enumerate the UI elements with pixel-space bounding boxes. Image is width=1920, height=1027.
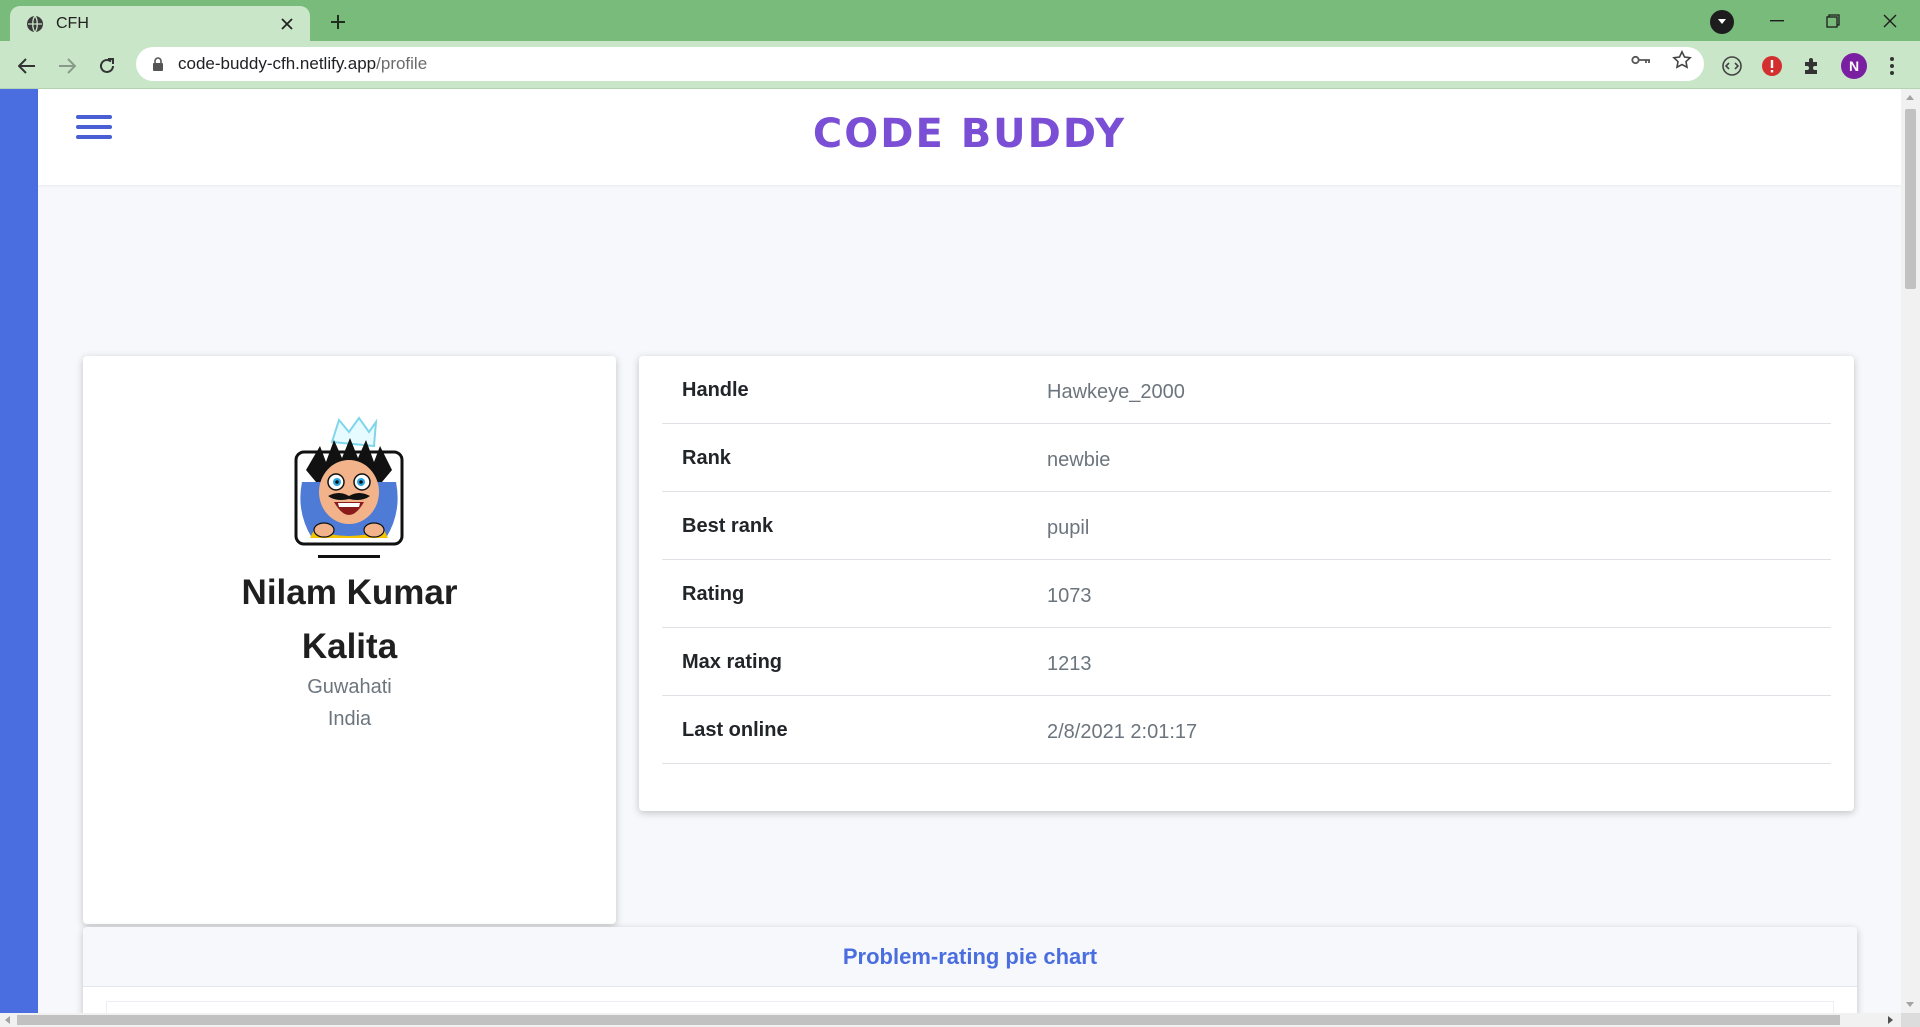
extension-code-icon[interactable]: [1720, 54, 1744, 78]
user-first-name: Nilam Kumar: [241, 573, 458, 612]
pie-section-title: Problem-rating pie chart: [842, 943, 1098, 969]
site-header: CODE BUDDY: [38, 89, 1901, 185]
user-last-name: Kalita: [301, 627, 398, 666]
profile-avatar[interactable]: N: [1841, 53, 1867, 79]
restore-icon[interactable]: [1813, 6, 1853, 36]
scroll-up-arrow-icon[interactable]: [1906, 95, 1914, 100]
url-field[interactable]: code-buddy-cfh.netlify.app/profile: [136, 47, 1704, 81]
info-label: Max rating: [682, 651, 783, 673]
close-window-icon[interactable]: [1870, 6, 1910, 36]
profile-card: Nilam Kumar Kalita Guwahati India: [83, 356, 616, 924]
side-stripe: [0, 89, 38, 1013]
info-label: Rating: [682, 583, 745, 605]
close-tab-icon[interactable]: [276, 13, 298, 35]
url-text: code-buddy-cfh.netlify.app/profile: [178, 54, 428, 73]
tab-search-icon[interactable]: [1710, 10, 1734, 34]
info-row-max-rating: Max rating 1213: [662, 628, 1831, 696]
scrollbar-corner: [1901, 1013, 1920, 1027]
user-country: India: [327, 708, 372, 730]
user-city: Guwahati: [307, 676, 392, 698]
info-value: Hawkeye_2000: [1047, 381, 1185, 403]
info-value: 1213: [1047, 653, 1092, 675]
page-viewport: CODE BUDDY Nilam Kumar Kalita Guwahati I…: [0, 89, 1920, 1027]
info-row-rank: Rank newbie: [662, 424, 1831, 492]
info-row-best-rank: Best rank pupil: [662, 492, 1831, 560]
info-value: newbie: [1047, 449, 1111, 471]
info-label: Handle: [682, 379, 749, 401]
address-bar: code-buddy-cfh.netlify.app/profile N: [0, 41, 1920, 89]
user-avatar: [284, 412, 414, 562]
info-value: pupil: [1047, 517, 1090, 539]
key-icon[interactable]: [1630, 49, 1652, 71]
minimize-icon[interactable]: [1757, 6, 1797, 36]
info-value: 1073: [1047, 585, 1092, 607]
problem-rating-pie-section: Problem-rating pie chart: [83, 927, 1857, 1027]
menu-kebab-icon[interactable]: [1880, 54, 1904, 78]
info-label: Rank: [682, 447, 731, 469]
user-info-card: Handle Hawkeye_2000 Rank newbie Best ran…: [639, 356, 1854, 811]
new-tab-button[interactable]: [325, 9, 351, 35]
browser-tab[interactable]: CFH: [10, 6, 310, 41]
horizontal-scroll-thumb[interactable]: [17, 1015, 1840, 1025]
scroll-down-arrow-icon[interactable]: [1906, 1002, 1914, 1007]
forward-icon[interactable]: [54, 53, 80, 79]
info-value: 2/8/2021 2:01:17: [1047, 721, 1198, 743]
info-label: Best rank: [682, 515, 774, 537]
horizontal-scrollbar[interactable]: [0, 1013, 1920, 1027]
vertical-scrollbar[interactable]: [1901, 89, 1920, 1013]
user-full-name: Nilam Kumar Kalita: [83, 566, 616, 674]
bookmark-star-icon[interactable]: [1671, 49, 1693, 71]
tab-title: CFH: [56, 14, 89, 32]
info-row-rating: Rating 1073: [662, 560, 1831, 628]
scroll-right-arrow-icon[interactable]: [1888, 1016, 1893, 1024]
info-label: Last online: [682, 719, 788, 741]
vertical-scroll-thumb[interactable]: [1905, 109, 1916, 289]
info-row-handle: Handle Hawkeye_2000: [662, 356, 1831, 424]
scroll-left-arrow-icon[interactable]: [5, 1016, 10, 1024]
globe-icon: [24, 13, 46, 35]
site-title: CODE BUDDY: [812, 111, 1127, 157]
reload-icon[interactable]: [94, 53, 120, 79]
pie-section-header: Problem-rating pie chart: [83, 927, 1857, 987]
back-icon[interactable]: [14, 53, 40, 79]
info-row-last-online: Last online 2/8/2021 2:01:17: [662, 696, 1831, 764]
lock-icon[interactable]: [152, 56, 166, 72]
extension-alert-icon[interactable]: [1760, 54, 1784, 78]
browser-tab-bar: CFH: [0, 0, 1920, 41]
extensions-puzzle-icon[interactable]: [1800, 54, 1824, 78]
